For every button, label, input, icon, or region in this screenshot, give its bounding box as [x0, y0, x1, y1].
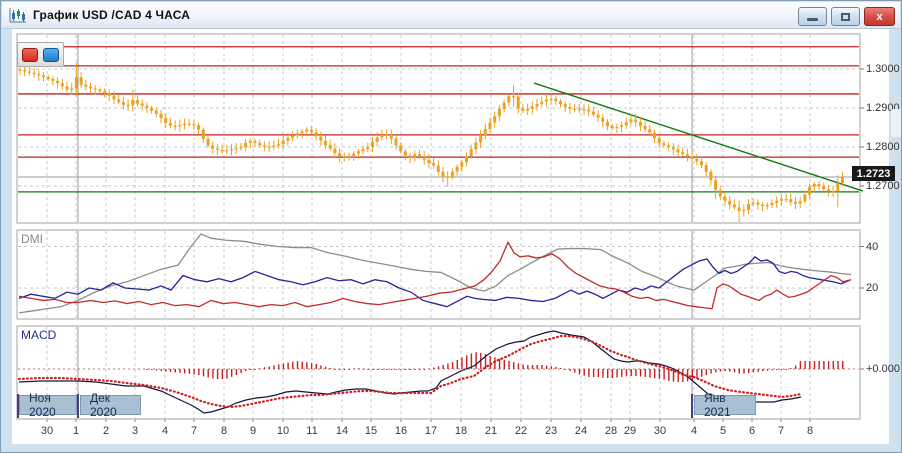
- chart-canvas[interactable]: [1, 1, 902, 453]
- chart-window: График USD /CAD 4 ЧАСА x DMI MACD 1.2723…: [0, 0, 902, 453]
- sell-button[interactable]: [22, 48, 38, 62]
- scrollbar-thumb[interactable]: [891, 109, 902, 137]
- main-pane: [17, 34, 860, 223]
- macd-pane: [17, 326, 860, 419]
- dmi-pane: [17, 230, 860, 319]
- buy-button[interactable]: [43, 48, 59, 62]
- chart-mini-toolbar: [17, 42, 64, 67]
